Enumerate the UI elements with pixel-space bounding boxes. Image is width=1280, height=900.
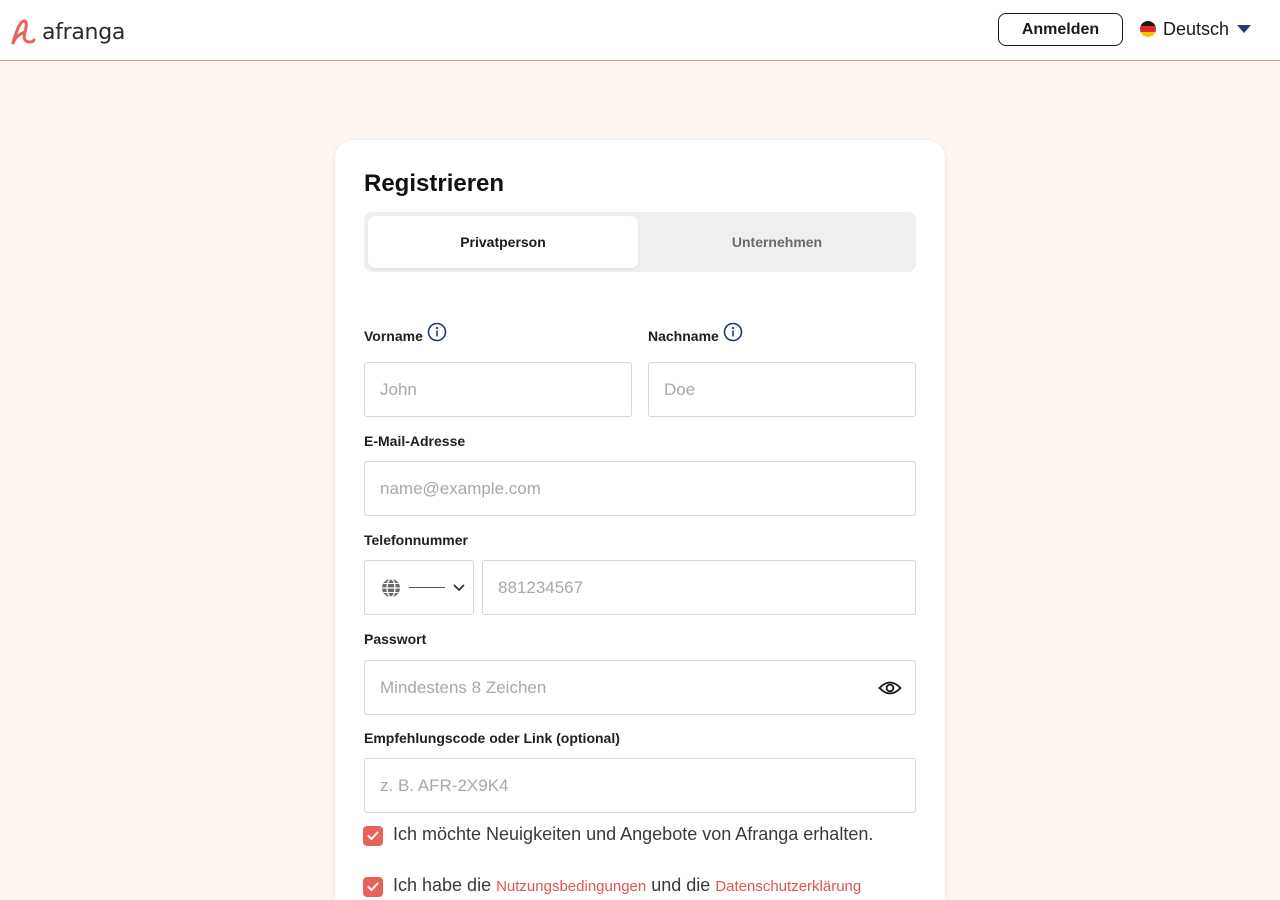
- password-label: Passwort: [364, 631, 427, 647]
- terms-checkbox[interactable]: [363, 877, 383, 897]
- referral-code-input[interactable]: [364, 758, 916, 813]
- checkmark-icon: [367, 831, 379, 840]
- phone-label: Telefonnummer: [364, 532, 468, 548]
- login-button[interactable]: Anmelden: [998, 13, 1123, 46]
- german-flag-icon: [1140, 21, 1156, 37]
- logo-wordmark: afranga: [42, 19, 126, 45]
- last-name-label: Nachname: [648, 328, 719, 344]
- info-icon[interactable]: [427, 322, 447, 342]
- privacy-policy-link[interactable]: Datenschutzerklärung: [715, 878, 861, 895]
- globe-icon: [382, 577, 400, 598]
- email-label: E-Mail-Adresse: [364, 433, 466, 449]
- account-type-toggle: Privatperson Unternehmen: [364, 212, 916, 272]
- terms-text-before: Ich habe die: [393, 875, 492, 895]
- country-code-select[interactable]: [364, 560, 474, 615]
- tab-privatperson[interactable]: Privatperson: [368, 216, 638, 268]
- tab-unternehmen[interactable]: Unternehmen: [642, 216, 912, 268]
- checkmark-icon: [367, 882, 379, 891]
- afranga-logo[interactable]: afranga: [10, 17, 125, 47]
- email-input[interactable]: [364, 461, 916, 516]
- info-icon[interactable]: [723, 322, 743, 342]
- afranga-logo-icon: [11, 19, 36, 45]
- first-name-label: Vorname: [364, 328, 423, 344]
- language-label: Deutsch: [1163, 18, 1230, 39]
- referral-label: Empfehlungscode oder Link (optional): [364, 730, 620, 746]
- newsletter-checkbox[interactable]: [363, 826, 383, 846]
- terms-text-middle: und die: [651, 875, 711, 895]
- top-navigation-bar: afranga Anmelden Deutsch: [0, 0, 1280, 61]
- chevron-down-icon: [453, 584, 465, 591]
- terms-consent-row: Ich habe die Nutzungsbedingungen und die…: [363, 875, 913, 897]
- first-name-input[interactable]: [364, 362, 632, 417]
- terms-of-use-link[interactable]: Nutzungsbedingungen: [496, 878, 646, 895]
- first-name-label-group: Vorname: [364, 322, 447, 344]
- last-name-label-group: Nachname: [648, 322, 743, 344]
- caret-down-icon: [1237, 25, 1252, 33]
- phone-input[interactable]: [482, 560, 916, 615]
- show-password-eye-icon[interactable]: [878, 679, 902, 697]
- language-selector[interactable]: Deutsch: [1140, 17, 1252, 41]
- country-code-placeholder: [409, 587, 445, 588]
- last-name-input[interactable]: [648, 362, 916, 417]
- password-input[interactable]: [364, 660, 916, 715]
- registration-card: Registrieren Privatperson Unternehmen Vo…: [335, 140, 945, 900]
- newsletter-consent-text: Ich möchte Neuigkeiten und Angebote von …: [393, 824, 874, 844]
- newsletter-consent-row: Ich möchte Neuigkeiten und Angebote von …: [363, 824, 913, 846]
- terms-consent-text: Ich habe die Nutzungsbedingungen und die…: [393, 875, 913, 897]
- page-title: Registrieren: [364, 170, 505, 197]
